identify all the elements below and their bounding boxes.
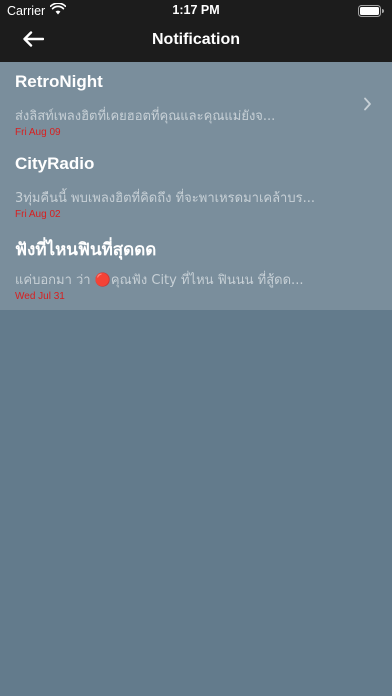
- nav-bar: Notification: [0, 20, 392, 62]
- notification-title: RetroNight: [15, 72, 103, 91]
- notification-date: Fri Aug 09: [15, 127, 61, 138]
- chevron-right-icon: [363, 96, 372, 115]
- page-title: Notification: [152, 31, 240, 48]
- notification-list: RetroNight ส่งลิสท์เพลงฮิตที่เคยฮอตที่คุ…: [0, 62, 392, 310]
- notification-title: ฟังที่ไหนฟินที่สุดดด: [15, 240, 157, 259]
- notification-date: Fri Aug 02: [15, 209, 61, 220]
- notification-item[interactable]: RetroNight ส่งลิสท์เพลงฮิตที่เคยฮอตที่คุ…: [0, 62, 392, 144]
- status-bar: Carrier 1:17 PM: [0, 0, 392, 20]
- notification-body: ส่งลิสท์เพลงฮิตที่เคยฮอตที่คุณและคุณแม่ย…: [15, 109, 276, 124]
- status-time: 1:17 PM: [172, 3, 220, 17]
- notification-date: Wed Jul 31: [15, 291, 65, 302]
- notification-item[interactable]: CityRadio 3ทุ่มคืนนี้ พบเพลงฮิตที่คิดถึง…: [0, 144, 392, 226]
- notification-item[interactable]: ฟังที่ไหนฟินที่สุดดด แค่บอกมา ว่า 🔴คุณฟั…: [0, 226, 392, 308]
- notification-body: 3ทุ่มคืนนี้ พบเพลงฮิตที่คิดถึง ที่จะพาเห…: [15, 191, 315, 206]
- notification-title: CityRadio: [15, 154, 95, 173]
- battery-icon: [358, 5, 385, 20]
- notification-body: แค่บอกมา ว่า 🔴คุณฟัง City ที่ไหน ฟินนน ท…: [15, 273, 304, 288]
